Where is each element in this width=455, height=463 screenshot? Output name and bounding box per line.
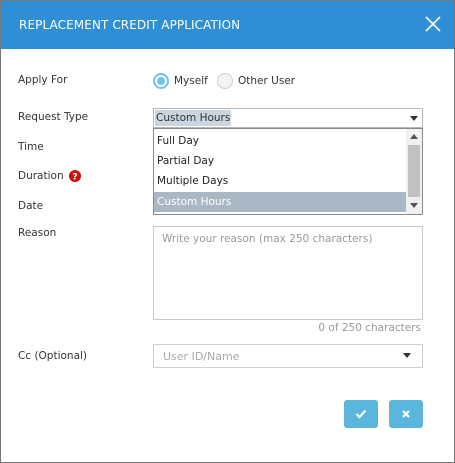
duration-label: Duration (18, 170, 64, 182)
dropdown-option-full-day[interactable]: Full Day (154, 131, 406, 151)
check-icon (355, 409, 367, 419)
x-icon (402, 410, 410, 418)
request-type-select[interactable]: Custom Hours (153, 108, 423, 128)
reason-label: Reason (18, 227, 57, 239)
chevron-down-icon[interactable] (410, 116, 418, 121)
time-label: Time (18, 141, 44, 153)
help-icon[interactable]: ? (69, 170, 81, 182)
cancel-button[interactable] (389, 400, 423, 428)
cc-user-select[interactable]: User ID/Name (153, 344, 423, 368)
date-label: Date (18, 200, 44, 212)
request-type-label: Request Type (18, 111, 89, 123)
dropdown-option-multiple-days[interactable]: Multiple Days (154, 171, 406, 191)
radio-other-user-indicator[interactable] (217, 73, 233, 89)
close-icon[interactable] (422, 13, 444, 35)
radio-myself-label: Myself (174, 75, 208, 87)
reason-textarea[interactable]: Write your reason (max 250 characters) (153, 226, 423, 320)
radio-myself-indicator[interactable] (153, 73, 169, 89)
chevron-down-icon[interactable] (403, 353, 411, 358)
reason-character-counter: 0 of 250 characters (318, 322, 421, 334)
svg-text:?: ? (72, 173, 77, 183)
dialog-header: REPLACEMENT CREDIT APPLICATION (1, 1, 454, 49)
radio-other-user-label: Other User (238, 75, 296, 87)
dropdown-option-custom-hours[interactable]: Custom Hours (154, 192, 406, 212)
confirm-button[interactable] (344, 400, 378, 428)
radio-other-user[interactable]: Other User (217, 73, 295, 89)
scroll-up-icon[interactable] (410, 134, 418, 139)
scroll-down-icon[interactable] (410, 203, 418, 208)
request-type-dropdown: Full Day Partial Day Multiple Days Custo… (153, 128, 423, 215)
apply-for-label: Apply For (18, 74, 68, 86)
radio-myself[interactable]: Myself (153, 73, 208, 89)
reason-placeholder: Write your reason (max 250 characters) (162, 233, 373, 245)
scrollbar-thumb[interactable] (408, 145, 420, 197)
dialog-title: REPLACEMENT CREDIT APPLICATION (19, 18, 241, 32)
replacement-credit-dialog: REPLACEMENT CREDIT APPLICATION Apply For… (0, 0, 455, 463)
request-type-value: Custom Hours (155, 110, 232, 126)
dropdown-scrollbar[interactable] (406, 129, 422, 214)
dropdown-option-partial-day[interactable]: Partial Day (154, 151, 406, 171)
cc-label: Cc (Optional) (18, 350, 88, 362)
cc-placeholder: User ID/Name (163, 350, 240, 363)
